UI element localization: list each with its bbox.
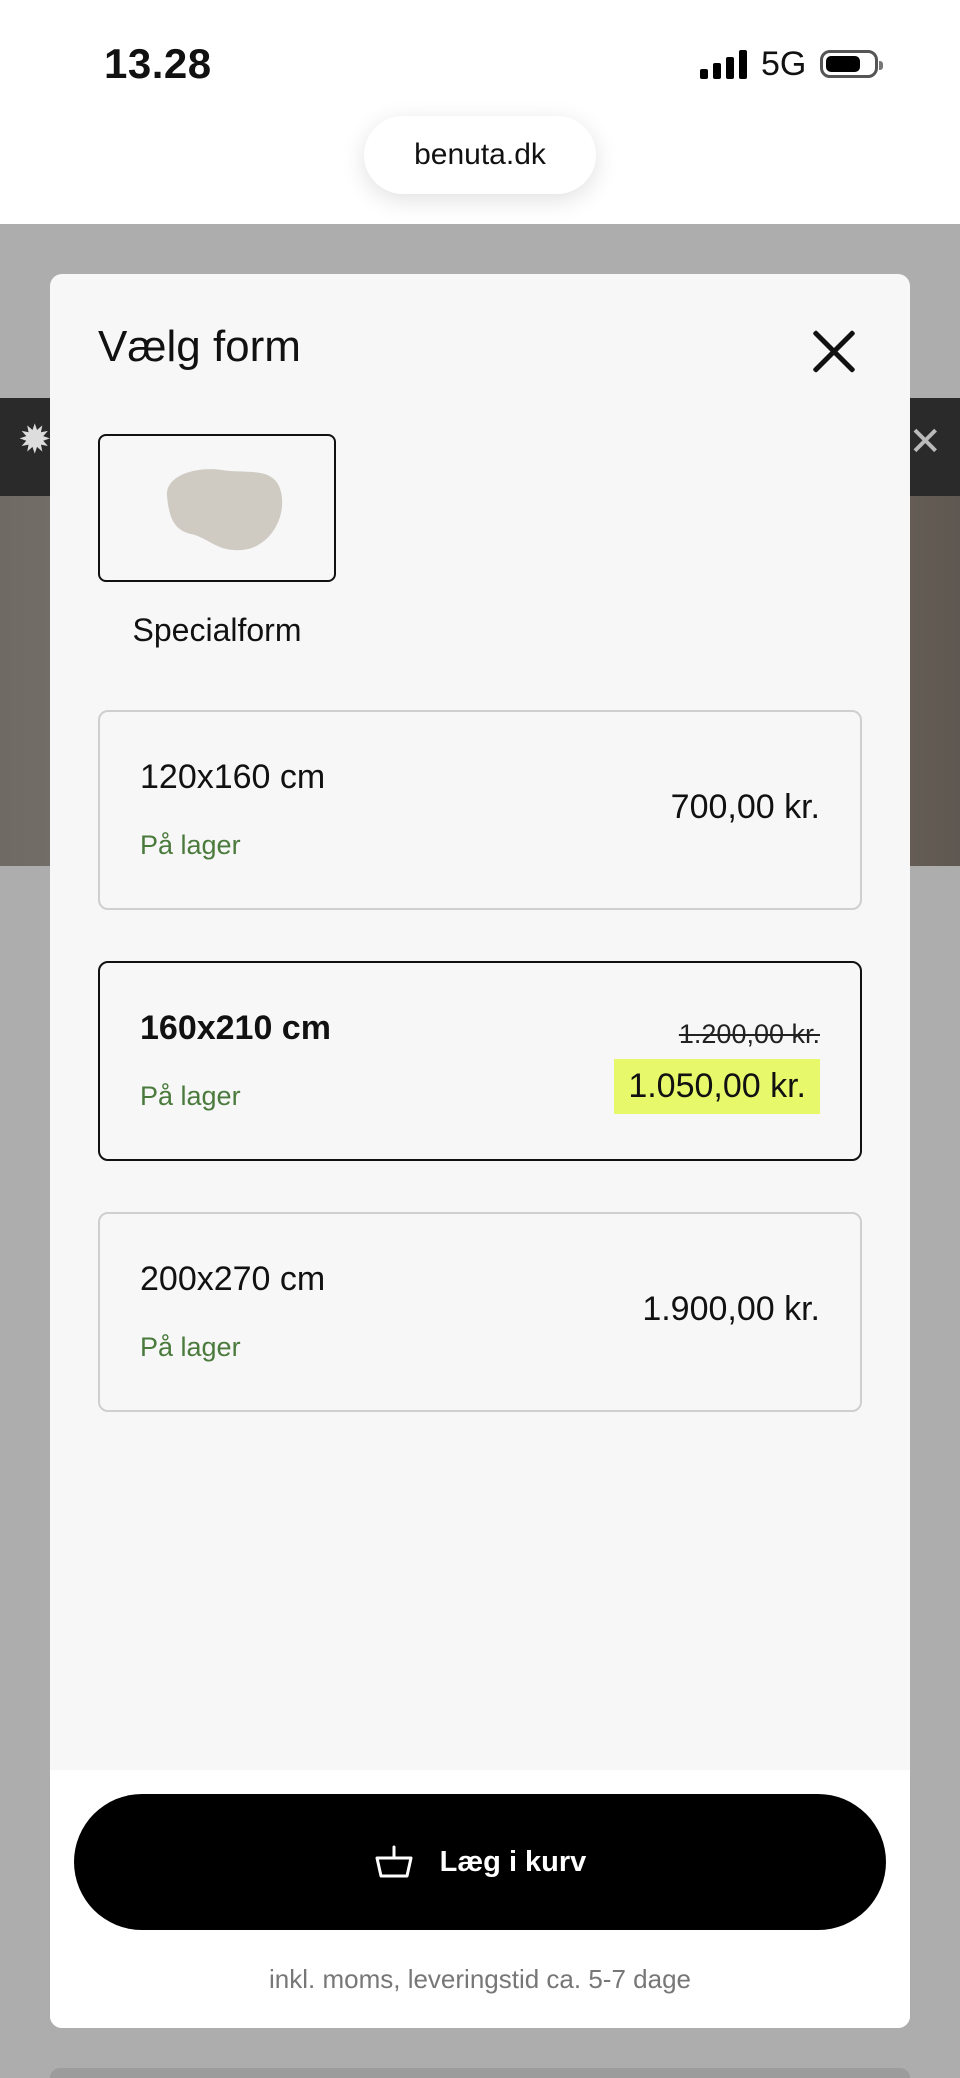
basket-icon <box>375 1845 413 1878</box>
close-icon[interactable] <box>810 328 858 376</box>
network-label: 5G <box>761 44 807 83</box>
background-bottom <box>50 2068 910 2078</box>
add-to-cart-label: Læg i kurv <box>439 1845 587 1878</box>
close-icon: ✕ <box>908 420 942 464</box>
size-option-120x160[interactable]: 120x160 cm På lager 700,00 kr. <box>98 710 862 910</box>
price: 700,00 kr. <box>670 788 820 826</box>
size-option-200x270[interactable]: 200x270 cm På lager 1.900,00 kr. <box>98 1212 862 1412</box>
signal-icon <box>700 49 747 79</box>
stock-status: På lager <box>140 830 241 860</box>
status-icons: 5G <box>700 44 884 84</box>
price: 1.900,00 kr. <box>642 1290 820 1328</box>
address-bar[interactable]: benuta.dk <box>364 116 596 194</box>
size-name: 200x270 cm <box>140 1260 326 1298</box>
blob-shape-icon <box>166 469 283 551</box>
top-bar: 13.28 5G benuta.dk <box>0 0 960 224</box>
delivery-note: inkl. moms, leveringstid ca. 5-7 dage <box>269 1964 691 1994</box>
shape-option-label: Specialform <box>132 612 302 648</box>
size-name: 120x160 cm <box>140 758 326 796</box>
sale-price: 1.050,00 kr. <box>614 1059 820 1114</box>
battery-icon <box>820 50 884 78</box>
modal-title: Vælg form <box>98 322 301 371</box>
old-price: 1.200,00 kr. <box>678 1019 820 1049</box>
stock-status: På lager <box>140 1081 241 1111</box>
size-option-160x210[interactable]: 160x210 cm På lager 1.200,00 kr. 1.050,0… <box>98 961 862 1161</box>
shape-option-specialform[interactable] <box>98 434 336 582</box>
add-to-cart-button[interactable]: Læg i kurv <box>74 1794 886 1930</box>
size-selection-modal: Vælg form Specialform 120x160 cm På lage… <box>50 274 910 2028</box>
stock-status: På lager <box>140 1332 241 1362</box>
modal-footer: Læg i kurv inkl. moms, leveringstid ca. … <box>50 1770 910 2028</box>
status-time: 13.28 <box>104 40 212 87</box>
size-name: 160x210 cm <box>140 1009 331 1047</box>
